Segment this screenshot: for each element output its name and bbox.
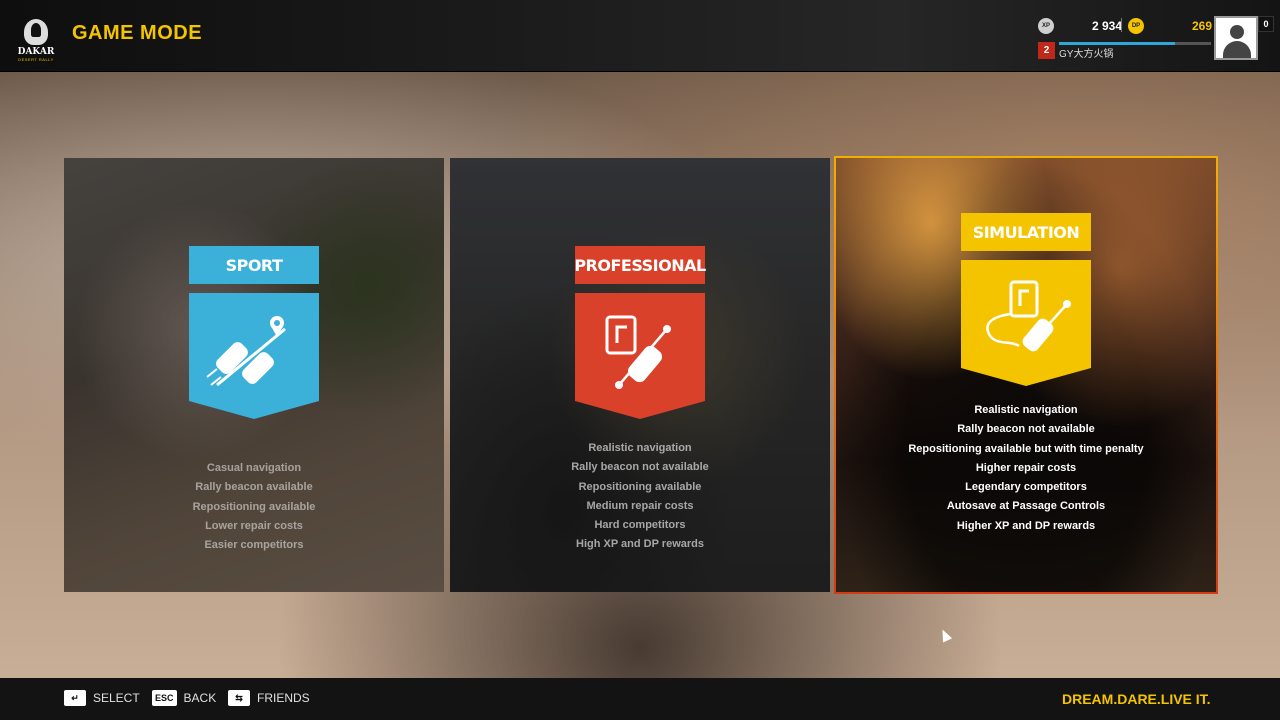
mode-card-professional[interactable]: PROFESSIONAL Realistic navigation Rally … — [450, 158, 830, 592]
feature-item: Legendary competitors — [965, 481, 1087, 494]
friends-label: FRIENDS — [257, 691, 310, 705]
dp-value: 269 — [1192, 19, 1213, 33]
two-cars-location-pin-icon — [189, 293, 319, 419]
mode-label-professional: PROFESSIONAL — [574, 246, 706, 284]
feature-item: Medium repair costs — [586, 499, 694, 512]
mode-card-sport[interactable]: SPORT Casual navigation Rally beacon ava… — [64, 158, 444, 592]
slogan: DREAM.DARE.LIVE IT. — [1062, 691, 1211, 707]
logo-subtext: DESERT RALLY — [18, 57, 54, 62]
select-label: SELECT — [93, 691, 140, 705]
footer-bar: ↵ SELECT ESC BACK ⇆ FRIENDS DREAM.DARE.L… — [0, 678, 1280, 720]
xp-value: 2 934 — [1092, 19, 1123, 33]
feature-item: High XP and DP rewards — [576, 538, 704, 551]
mode-card-simulation[interactable]: SIMULATION Realistic navigation Rally be… — [834, 156, 1218, 594]
notification-count: 0 — [1258, 16, 1274, 32]
roadbook-tablet-route-car-icon — [961, 260, 1091, 386]
enter-key-icon: ↵ — [64, 690, 86, 706]
feature-item: Easier competitors — [204, 539, 304, 552]
feature-item: Higher repair costs — [975, 461, 1077, 474]
roadbook-tablet-car-icon — [575, 293, 705, 419]
level-badge: 2 — [1038, 42, 1055, 59]
feature-item: Rally beacon not available — [957, 423, 1095, 436]
page-title: GAME MODE — [72, 22, 203, 44]
feature-item: Hard competitors — [594, 519, 686, 532]
feature-item: Repositioning available — [578, 480, 702, 493]
feature-item: Lower repair costs — [205, 519, 303, 532]
feature-item: Higher XP and DP rewards — [956, 519, 1096, 532]
feature-list-sport: Casual navigation Rally beacon available… — [64, 459, 444, 555]
logo-text: DAKAR — [17, 47, 55, 57]
feature-list-professional: Realistic navigation Rally beacon not av… — [450, 439, 830, 555]
feature-item: Casual navigation — [206, 462, 302, 474]
mode-label-sport: SPORT — [189, 246, 319, 284]
feature-item: Autosave at Passage Controls — [946, 500, 1106, 513]
feature-item: Realistic navigation — [588, 442, 692, 454]
mode-label-simulation: SIMULATION — [961, 213, 1091, 251]
user-silhouette-icon — [1230, 25, 1244, 39]
back-hint[interactable]: ESC BACK — [152, 690, 216, 706]
dp-icon: DP — [1128, 18, 1144, 34]
back-label: BACK — [183, 691, 217, 705]
currency-divider — [1121, 18, 1122, 32]
select-hint[interactable]: ↵ SELECT — [64, 690, 140, 706]
feature-list-simulation: Realistic navigation Rally beacon not av… — [836, 401, 1216, 536]
feature-item: Repositioning available — [192, 500, 316, 513]
bedouin-head-icon — [24, 19, 48, 45]
feature-item: Realistic navigation — [974, 404, 1078, 416]
feature-item: Rally beacon not available — [571, 461, 709, 474]
dakar-logo: DAKAR DESERT RALLY — [18, 10, 54, 62]
feature-item: Repositioning available but with time pe… — [908, 442, 1144, 455]
xp-icon: XP — [1038, 18, 1054, 34]
avatar[interactable] — [1214, 16, 1258, 60]
feature-item: Rally beacon available — [195, 481, 313, 494]
top-bar: DAKAR DESERT RALLY GAME MODE XP 2 934 DP… — [0, 0, 1280, 72]
friends-hint[interactable]: ⇆ FRIENDS — [228, 690, 310, 706]
tab-key-icon: ⇆ — [228, 690, 250, 706]
esc-key-icon: ESC — [152, 690, 177, 706]
user-silhouette-body — [1223, 41, 1251, 58]
username: GY大方火锅 — [1059, 49, 1114, 60]
